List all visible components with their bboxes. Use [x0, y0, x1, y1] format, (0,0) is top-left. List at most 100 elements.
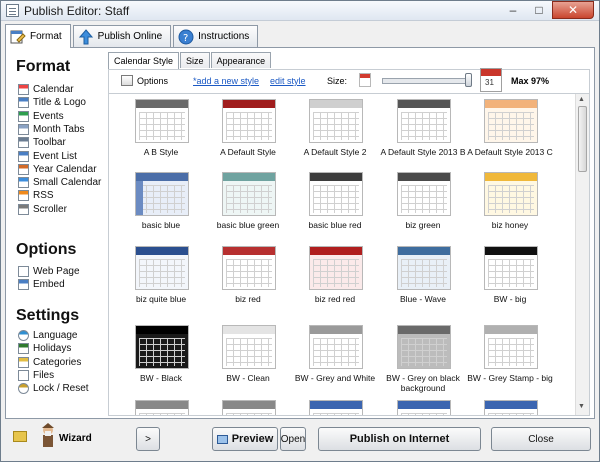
- style-thumbnail[interactable]: [135, 246, 189, 290]
- preview-button[interactable]: Preview: [212, 427, 278, 451]
- subtab-calendar-style[interactable]: Calendar Style: [108, 52, 180, 69]
- style-thumbnail[interactable]: [397, 246, 451, 290]
- style-item[interactable]: BW - big: [464, 246, 556, 318]
- style-item[interactable]: BW - Black: [115, 325, 207, 397]
- style-item[interactable]: biz red: [202, 246, 294, 318]
- style-item[interactable]: A Default Style 2: [289, 99, 381, 171]
- style-label: biz honey: [491, 220, 529, 230]
- style-label: biz red red: [314, 294, 356, 304]
- edit-style-link[interactable]: edit style: [270, 76, 306, 86]
- tab-publish-online-label: Publish Online: [97, 31, 163, 42]
- style-item[interactable]: biz honey: [464, 172, 556, 244]
- options-label[interactable]: Options: [137, 76, 168, 86]
- folder-icon[interactable]: [13, 431, 27, 442]
- style-item[interactable]: Blue - Wave: [377, 246, 469, 318]
- style-item[interactable]: [377, 400, 469, 415]
- style-item[interactable]: biz red red: [289, 246, 381, 318]
- style-thumbnail[interactable]: [309, 172, 363, 216]
- sidebar-item-calendar[interactable]: Calendar: [18, 84, 74, 95]
- style-item[interactable]: basic blue green: [202, 172, 294, 244]
- style-item[interactable]: A Default Style: [202, 99, 294, 171]
- style-thumbnail[interactable]: [222, 246, 276, 290]
- sidebar-item-label: Month Tabs: [33, 123, 85, 135]
- sidebar-item-categories[interactable]: Categories: [18, 356, 81, 368]
- style-thumbnail[interactable]: [484, 400, 538, 415]
- style-thumbnail[interactable]: [309, 400, 363, 415]
- style-thumbnail[interactable]: [135, 325, 189, 369]
- sidebar-item-scroller[interactable]: Scroller: [18, 203, 67, 215]
- style-thumbnail[interactable]: [135, 99, 189, 143]
- style-item[interactable]: biz quite blue: [115, 246, 207, 318]
- tab-format[interactable]: Format: [5, 24, 71, 48]
- scrollbar-thumb[interactable]: [578, 106, 587, 172]
- style-item[interactable]: BW - Grey on black background: [377, 325, 469, 397]
- close-window-button[interactable]: ✕: [552, 1, 594, 19]
- style-item[interactable]: biz green: [377, 172, 469, 244]
- sidebar-item-files[interactable]: Files: [18, 369, 54, 381]
- style-label: BW - Grey on black background: [386, 373, 460, 393]
- tab-instructions[interactable]: ? Instructions: [173, 25, 259, 47]
- maximize-button[interactable]: □: [526, 1, 552, 19]
- style-thumbnail[interactable]: [135, 400, 189, 415]
- style-thumbnail[interactable]: [397, 99, 451, 143]
- style-item[interactable]: A B Style: [115, 99, 207, 171]
- style-thumbnail[interactable]: [309, 325, 363, 369]
- style-thumbnail[interactable]: [397, 172, 451, 216]
- sidebar-item-language[interactable]: Language: [18, 330, 78, 341]
- style-item[interactable]: basic blue red: [289, 172, 381, 244]
- sidebar-item-holidays[interactable]: Holidays: [18, 343, 71, 355]
- scroll-up-arrow-icon[interactable]: ▲: [578, 96, 585, 103]
- style-item[interactable]: BW - Clean: [202, 325, 294, 397]
- minimize-button[interactable]: –: [500, 1, 526, 19]
- sidebar-item-embed[interactable]: Embed: [18, 279, 65, 291]
- style-label: BW - Black: [139, 373, 183, 383]
- size-slider-track[interactable]: [382, 78, 468, 84]
- sidebar-item-title-logo[interactable]: Title & Logo: [18, 97, 86, 109]
- style-thumbnail[interactable]: [484, 246, 538, 290]
- style-thumbnail[interactable]: [397, 325, 451, 369]
- style-item[interactable]: [464, 400, 556, 415]
- next-button[interactable]: >: [136, 427, 160, 451]
- open-button[interactable]: Open: [280, 427, 306, 451]
- style-item[interactable]: A Default Style 2013 B: [377, 99, 469, 171]
- style-thumbnail[interactable]: [222, 325, 276, 369]
- publish-on-internet-button[interactable]: Publish on Internet: [318, 427, 481, 451]
- tab-publish-online[interactable]: Publish Online: [72, 25, 172, 47]
- calendar-style-area: Calendar Style Size Appearance Options *…: [108, 52, 590, 416]
- sidebar-item-lock-reset[interactable]: Lock / Reset: [18, 383, 89, 395]
- add-new-style-link[interactable]: *add a new style: [193, 76, 259, 86]
- style-thumbnail[interactable]: [135, 172, 189, 216]
- close-button[interactable]: Close: [491, 427, 591, 451]
- gallery-scrollbar[interactable]: ▲ ▼: [575, 94, 589, 415]
- style-thumbnail[interactable]: [222, 99, 276, 143]
- style-item[interactable]: [202, 400, 294, 415]
- style-thumbnail[interactable]: [484, 99, 538, 143]
- size-slider-thumb[interactable]: [465, 73, 472, 87]
- style-thumbnail[interactable]: [397, 400, 451, 415]
- style-item[interactable]: BW - Grey and White: [289, 325, 381, 397]
- style-item[interactable]: A Default Style 2013 C: [464, 99, 556, 171]
- style-thumbnail[interactable]: [222, 400, 276, 415]
- sidebar-item-small-calendar[interactable]: Small Calendar: [18, 177, 101, 189]
- scroll-down-arrow-icon[interactable]: ▼: [578, 403, 585, 410]
- style-thumbnail[interactable]: [484, 325, 538, 369]
- style-thumbnail[interactable]: [222, 172, 276, 216]
- sidebar-item-toolbar[interactable]: Toolbar: [18, 137, 66, 149]
- style-thumbnail[interactable]: [309, 246, 363, 290]
- wizard-icon[interactable]: [39, 423, 57, 449]
- wizard-label[interactable]: Wizard: [59, 433, 92, 444]
- sidebar-item-year-calendar[interactable]: Year Calendar: [18, 163, 97, 175]
- style-item[interactable]: [289, 400, 381, 415]
- sidebar-item-events[interactable]: Events: [18, 110, 64, 122]
- style-item[interactable]: basic blue: [115, 172, 207, 244]
- style-thumbnail[interactable]: [309, 99, 363, 143]
- subtab-appearance[interactable]: Appearance: [210, 52, 272, 68]
- sidebar-item-event-list[interactable]: Event List: [18, 150, 77, 162]
- subtab-size[interactable]: Size: [180, 52, 210, 68]
- style-item[interactable]: [115, 400, 207, 415]
- sidebar-item-web-page[interactable]: Web Page: [18, 266, 80, 277]
- sidebar-item-month-tabs[interactable]: Month Tabs: [18, 123, 85, 135]
- sidebar-item-rss[interactable]: RSS: [18, 190, 54, 202]
- style-thumbnail[interactable]: [484, 172, 538, 216]
- style-item[interactable]: BW - Grey Stamp - big: [464, 325, 556, 397]
